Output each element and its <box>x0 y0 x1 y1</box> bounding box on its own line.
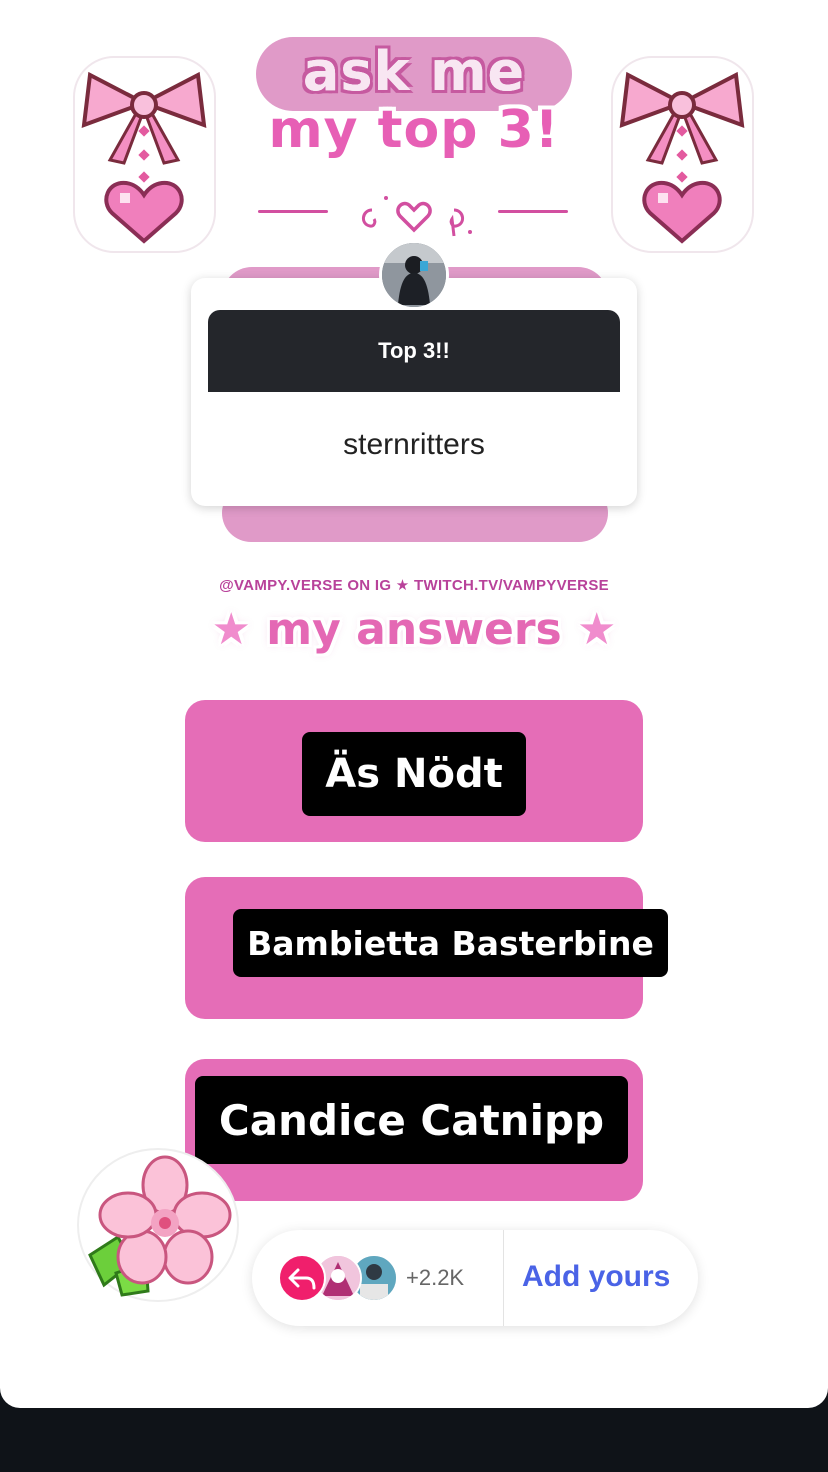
answer-label-1: Äs Nödt <box>302 732 526 816</box>
bow-heart-sticker-right <box>611 56 754 253</box>
answer-label-2: Bambietta Basterbine <box>233 909 668 977</box>
bow-heart-sticker-left <box>73 56 216 253</box>
question-sticker-card[interactable]: Top 3!! sternritters <box>191 278 637 506</box>
question-header: Top 3!! <box>208 310 620 392</box>
question-author: sternritters <box>343 428 485 461</box>
answer-label-3: Candice Catnipp <box>195 1076 628 1164</box>
flower-sticker <box>77 1148 239 1302</box>
reply-bar-divider <box>503 1230 504 1326</box>
responses-count[interactable]: +2.2K <box>406 1265 464 1291</box>
story-canvas: ask me my top 3! Top 3!! sternritters @V… <box>0 0 828 1408</box>
section-heading: ★ my answers ★ <box>0 604 828 655</box>
credits-text: @VAMPY.VERSE ON IG ★ TWITCH.TV/VAMPYVERS… <box>219 577 609 594</box>
bottom-bar <box>0 1408 828 1472</box>
add-yours-button[interactable]: Add yours <box>522 1260 670 1294</box>
divider-right <box>498 210 568 213</box>
add-yours-bar: +2.2K Add yours <box>252 1230 698 1326</box>
avatar[interactable] <box>379 240 449 310</box>
reply-icon[interactable] <box>278 1254 326 1302</box>
star-icon: ★ <box>211 604 251 655</box>
heart-divider-icon <box>362 196 472 237</box>
section-heading-text: my answers <box>266 604 562 655</box>
divider-left <box>258 210 328 213</box>
star-icon: ★ <box>577 604 617 655</box>
